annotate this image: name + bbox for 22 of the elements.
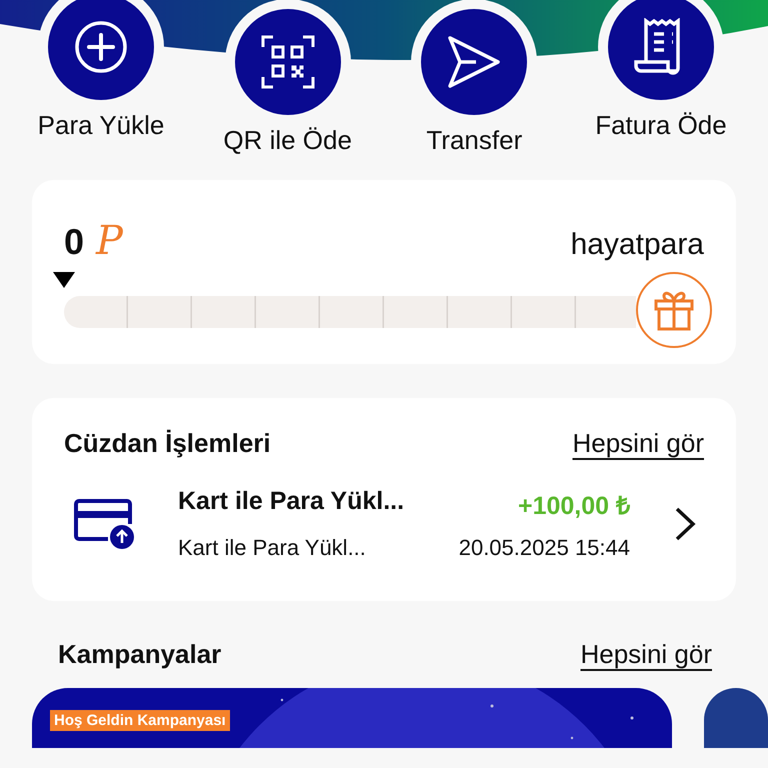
transaction-description: Kart ile Para Yükl... <box>178 535 366 561</box>
action-label: QR ile Öde <box>223 125 352 156</box>
section-title: Cüzdan İşlemleri <box>64 428 271 459</box>
qr-code-icon <box>260 35 315 89</box>
brand-name: hayatpara <box>570 228 704 262</box>
card-upload-icon <box>74 499 136 549</box>
send-icon <box>446 34 502 90</box>
see-all-link[interactable]: Hepsini gör <box>580 639 712 670</box>
gift-icon <box>654 289 694 331</box>
transaction-amount: +100,00 ₺ <box>518 491 630 521</box>
points-amount: 0 <box>64 221 84 262</box>
see-all-link[interactable]: Hepsini gör <box>572 428 704 459</box>
transaction-title: Kart ile Para Yükl... <box>178 487 404 517</box>
transaction-date: 20.05.2025 15:44 <box>458 535 630 561</box>
action-label: Fatura Öde <box>595 110 727 141</box>
plus-icon <box>74 20 128 74</box>
action-label: Transfer <box>426 125 522 156</box>
campaign-tag: Hoş Geldin Kampanyası <box>50 710 230 731</box>
chevron-right-icon[interactable] <box>674 506 696 542</box>
points-symbol: P <box>96 218 123 264</box>
action-label: Para Yükle <box>38 110 164 141</box>
section-title: Kampanyalar <box>58 639 222 670</box>
